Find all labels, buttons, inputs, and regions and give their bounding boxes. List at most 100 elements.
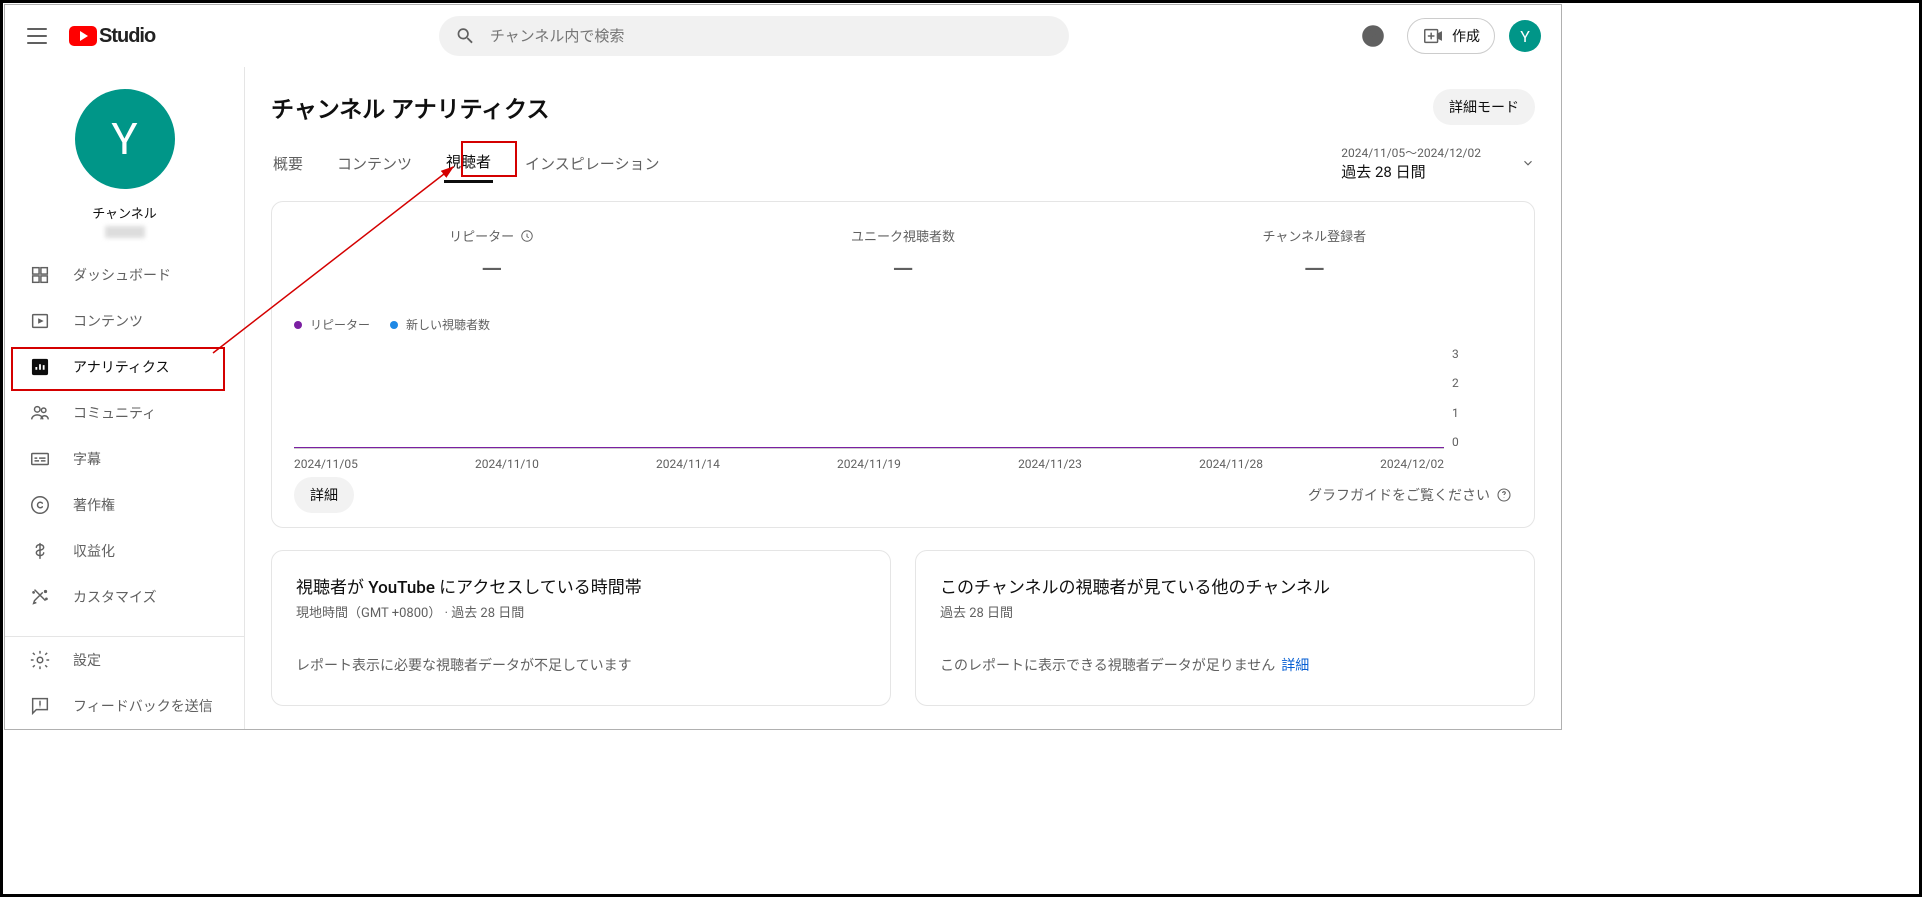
help-icon [1361,24,1385,48]
sidebar-item-community[interactable]: コミュニティ [5,390,244,436]
dashboard-icon [29,264,51,286]
card-message: レポート表示に必要な視聴者データが不足しています [296,655,866,675]
date-range-selector[interactable]: 2024/11/05～2024/12/02 過去 28 日間 [1341,144,1481,182]
sidebar-item-label: 字幕 [73,449,101,469]
legend-item: 新しい視聴者数 [390,316,490,333]
sidebar-item-label: ダッシュボード [73,265,171,285]
card-title: 視聴者が YouTube にアクセスしている時間帯 [296,573,866,598]
tab-inspiration[interactable]: インスピレーション [523,145,661,182]
x-tick: 2024/11/05 [294,457,358,471]
channel-header: Y チャンネル [5,67,244,252]
x-tick: 2024/11/19 [837,457,901,471]
account-avatar[interactable]: Y [1509,20,1541,52]
sidebar-item-settings[interactable]: 設定 [5,637,244,683]
chart-detail-button[interactable]: 詳細 [294,477,354,513]
chart-guide-link[interactable]: グラフガイドをご覧ください [1308,485,1512,505]
viewers-chart: 3 2 1 0 2024/11/05 2024/11/10 2024/11/14… [294,347,1512,467]
sidebar-item-feedback[interactable]: フィードバックを送信 [5,683,244,729]
sidebar-item-subtitles[interactable]: 字幕 [5,436,244,482]
subtitles-icon [29,448,51,470]
x-tick: 2024/11/10 [475,457,539,471]
tabs-row: 概要 コンテンツ 視聴者 インスピレーション 2024/11/05～2024/1… [271,143,1535,183]
channel-label: チャンネル [92,203,157,222]
card-subtitle: 現地時間（GMT +0800） · 過去 28 日間 [296,602,866,621]
page-title: チャンネル アナリティクス [271,90,550,124]
search-input[interactable] [490,27,1053,45]
sidebar-item-customize[interactable]: カスタマイズ [5,574,244,620]
create-icon [1422,25,1444,47]
card-viewer-times: 視聴者が YouTube にアクセスしている時間帯 現地時間（GMT +0800… [271,550,891,706]
x-tick: 2024/11/23 [1018,457,1082,471]
help-icon [1496,487,1512,503]
card-message: このレポートに表示できる視聴者データが足りません [940,658,1275,674]
card-title: このチャンネルの視聴者が見ている他のチャンネル [940,573,1510,598]
sidebar-item-label: コミュニティ [73,403,156,423]
search-icon [455,25,476,47]
create-label: 作成 [1452,26,1480,46]
x-tick: 2024/12/02 [1380,457,1444,471]
main-content: チャンネル アナリティクス 詳細モード 概要 コンテンツ 視聴者 インスピレーシ… [245,67,1561,729]
sidebar-item-label: カスタマイズ [73,587,157,607]
y-tick: 2 [1452,376,1459,390]
content-icon [29,310,51,332]
hamburger-icon[interactable] [25,24,49,48]
sidebar-item-monetization[interactable]: 収益化 [5,528,244,574]
youtube-play-icon [69,26,97,46]
search-box[interactable] [439,16,1069,56]
metric-title: リピーター [449,226,514,245]
sidebar-item-label: アナリティクス [73,357,169,377]
sidebar-item-label: フィードバックを送信 [73,696,213,716]
monetization-icon [29,540,51,562]
date-range-label: 過去 28 日間 [1341,161,1425,182]
chevron-down-icon [1521,156,1535,170]
sidebar-item-label: 設定 [73,650,101,670]
logo-text: Studio [99,25,155,48]
create-button[interactable]: 作成 [1407,18,1495,54]
tab-audience[interactable]: 視聴者 [444,143,493,183]
youtube-studio-logo[interactable]: Studio [69,25,155,48]
metric-value: — [296,253,687,286]
card-detail-link[interactable]: 詳細 [1281,658,1309,674]
customize-icon [29,586,51,608]
legend-dot-icon [390,321,398,329]
analytics-icon [29,356,51,378]
sidebar-item-content[interactable]: コンテンツ [5,298,244,344]
tab-overview[interactable]: 概要 [271,145,305,182]
feedback-icon [29,695,51,717]
metric-value: — [707,253,1098,286]
channel-avatar[interactable]: Y [75,89,175,189]
legend-item: リピーター [294,316,370,333]
chart-legend: リピーター 新しい視聴者数 [286,310,1520,347]
metric-subscribers[interactable]: チャンネル登録者 — [1109,202,1520,310]
app-header: Studio 作成 Y [5,5,1561,67]
chart-series-line [294,447,1444,448]
clock-icon [520,229,534,243]
tab-content[interactable]: コンテンツ [335,145,414,182]
sidebar-item-copyright[interactable]: 著作権 [5,482,244,528]
legend-dot-icon [294,321,302,329]
sidebar-item-analytics[interactable]: アナリティクス [5,344,244,390]
gear-icon [29,649,51,671]
sidebar-item-dashboard[interactable]: ダッシュボード [5,252,244,298]
x-tick: 2024/11/14 [656,457,720,471]
metric-title: ユニーク視聴者数 [851,226,955,245]
y-tick: 1 [1452,406,1459,420]
sidebar-item-label: 収益化 [73,541,115,561]
community-icon [29,402,51,424]
sidebar-item-label: コンテンツ [73,311,143,331]
metric-value: — [1119,253,1510,286]
x-tick: 2024/11/28 [1199,457,1263,471]
channel-name-blurred [105,226,145,238]
metrics-card: リピーター — ユニーク視聴者数 — チャンネル登録者 — [271,201,1535,528]
y-tick: 3 [1452,347,1459,361]
sidebar: Y チャンネル ダッシュボード コンテンツ アナリティクス [5,67,245,729]
date-range-text: 2024/11/05～2024/12/02 [1341,144,1481,161]
help-button[interactable] [1353,16,1393,56]
metric-repeat-viewers[interactable]: リピーター — [286,202,697,310]
card-subtitle: 過去 28 日間 [940,602,1510,621]
advanced-mode-button[interactable]: 詳細モード [1433,89,1535,125]
metric-unique-viewers[interactable]: ユニーク視聴者数 — [697,202,1108,310]
y-tick: 0 [1452,435,1459,449]
metric-title: チャンネル登録者 [1263,226,1367,245]
copyright-icon [29,494,51,516]
